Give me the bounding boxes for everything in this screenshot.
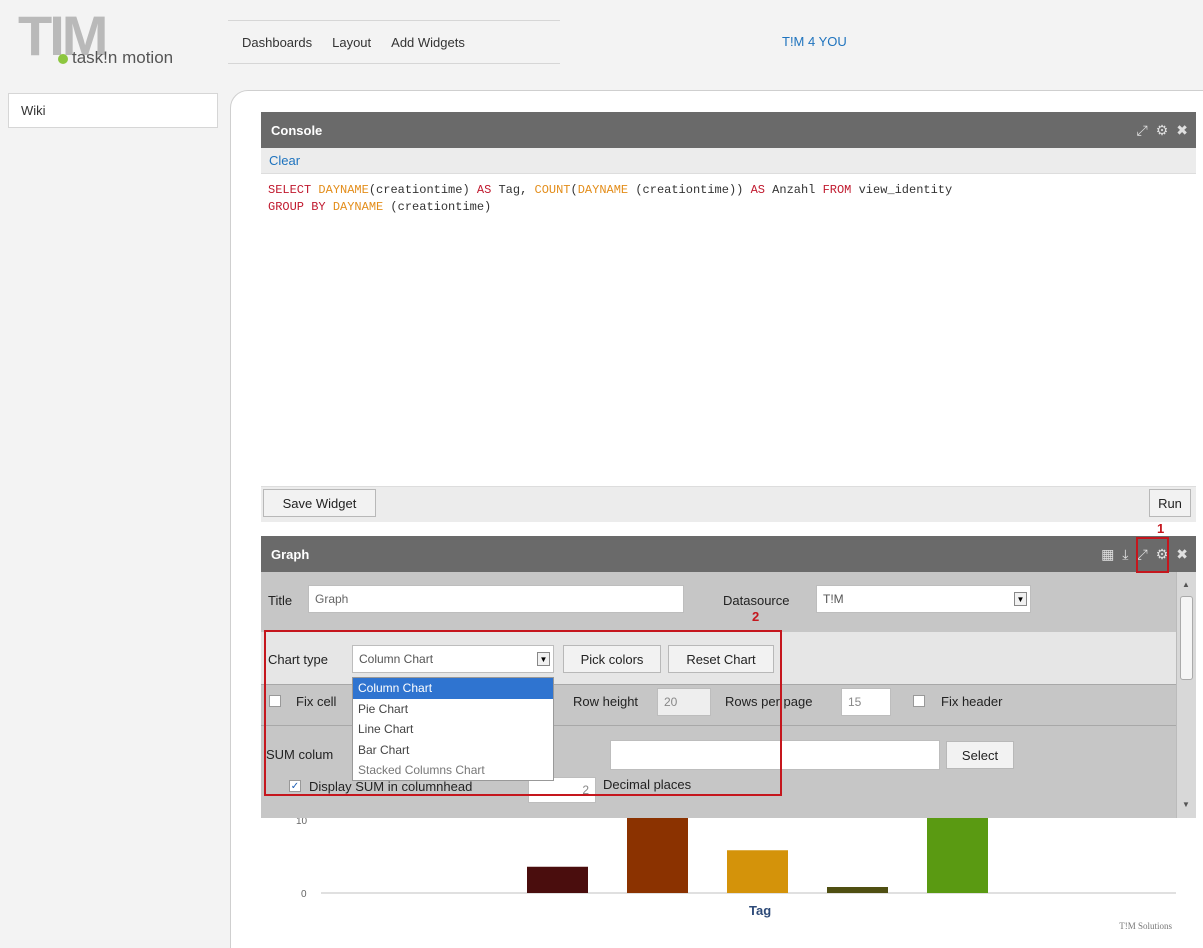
close-icon[interactable]: ✖ xyxy=(1176,122,1188,139)
sql-function: DAYNAME xyxy=(318,183,369,197)
gear-icon[interactable]: ⚙ xyxy=(1156,122,1169,139)
annotation-label-2: 2 xyxy=(752,609,760,624)
sql-text: ( xyxy=(570,183,578,197)
console-footer xyxy=(261,486,1196,522)
nav-dashboards[interactable]: Dashboards xyxy=(242,35,312,50)
app-root: TIM task!n motion Dashboards Layout Add … xyxy=(0,0,1203,948)
tim-logo[interactable]: TIM task!n motion xyxy=(18,8,188,70)
chart-bar[interactable] xyxy=(927,818,988,893)
sql-line-1: SELECT DAYNAME(creationtime) AS Tag, COU… xyxy=(268,182,1189,199)
chart-credit: T!M Solutions xyxy=(1119,921,1172,931)
scroll-up-icon[interactable]: ▲ xyxy=(1182,580,1190,589)
expand-icon[interactable]: ⤢ xyxy=(1137,122,1148,139)
datasource-label: Datasource xyxy=(723,593,790,608)
annotation-label-1: 1 xyxy=(1157,521,1165,536)
datasource-select[interactable]: T!M ▼ xyxy=(816,585,1031,613)
sql-keyword: AS xyxy=(476,183,492,197)
sql-keyword: FROM xyxy=(822,183,852,197)
chart-bar[interactable] xyxy=(727,850,788,893)
logo-dot-icon xyxy=(58,54,68,64)
sql-function: DAYNAME xyxy=(332,200,384,214)
settings-scrollbar[interactable]: ▲ ▼ xyxy=(1176,572,1196,818)
title-input[interactable]: Graph xyxy=(308,585,684,613)
sql-keyword: AS xyxy=(750,183,765,197)
chart-area: 0 10 Tag T!M Solutions xyxy=(261,816,1196,938)
scroll-down-icon[interactable]: ▼ xyxy=(1182,800,1190,809)
nav-layout[interactable]: Layout xyxy=(332,35,371,50)
fix-header-label: Fix header xyxy=(941,694,1003,709)
sidebar-item-wiki[interactable]: Wiki xyxy=(8,93,218,128)
sql-text: Tag, xyxy=(491,183,535,197)
tim-4-you-link[interactable]: T!M 4 YOU xyxy=(782,34,847,49)
table-icon[interactable]: ▦ xyxy=(1101,546,1114,563)
chart-bar[interactable] xyxy=(527,866,588,893)
title-label: Title xyxy=(268,593,293,608)
sql-keyword: SELECT xyxy=(268,183,312,197)
datasource-value: T!M xyxy=(823,592,844,606)
y-tick-label: 10 xyxy=(296,818,308,827)
y-tick-label: 0 xyxy=(301,889,307,900)
save-widget-button[interactable]: Save Widget xyxy=(263,489,376,517)
fix-header-checkbox[interactable] xyxy=(913,695,925,707)
top-navigation: Dashboards Layout Add Widgets xyxy=(228,20,560,64)
console-title: Console xyxy=(271,122,323,138)
graph-widget-header: Graph ▦ ⤓ ⤢ ⚙ ✖ xyxy=(261,536,1196,572)
sql-line-2: GROUP BY DAYNAME (creationtime) xyxy=(268,199,1189,216)
console-toolbar: Clear xyxy=(261,148,1196,174)
chevron-down-icon[interactable]: ▼ xyxy=(1014,592,1027,606)
sql-text: (creationtime) xyxy=(383,200,492,214)
nav-add-widgets[interactable]: Add Widgets xyxy=(391,35,465,50)
annotation-box-2 xyxy=(264,630,782,796)
sql-text: (creationtime) xyxy=(368,183,477,197)
sql-function: COUNT xyxy=(534,183,571,197)
sql-editor[interactable]: SELECT DAYNAME(creationtime) AS Tag, COU… xyxy=(261,174,1196,486)
close-icon[interactable]: ✖ xyxy=(1176,546,1188,563)
annotation-box-1 xyxy=(1136,537,1169,573)
console-widget-header: Console ⤢ ⚙ ✖ xyxy=(261,112,1196,148)
sql-text: view_identity xyxy=(851,183,953,197)
sql-text: Anzahl xyxy=(764,183,823,197)
scroll-thumb[interactable] xyxy=(1180,596,1193,680)
download-icon[interactable]: ⤓ xyxy=(1122,546,1128,563)
sql-text: (creationtime)) xyxy=(628,183,751,197)
rows-per-page-input[interactable]: 15 xyxy=(841,688,891,716)
clear-link[interactable]: Clear xyxy=(269,153,300,168)
chart-bar[interactable] xyxy=(627,818,688,893)
chart-bar[interactable] xyxy=(827,887,888,893)
graph-title: Graph xyxy=(271,546,310,562)
sql-function: DAYNAME xyxy=(577,183,629,197)
console-header-icons: ⤢ ⚙ ✖ xyxy=(1137,112,1189,148)
x-axis-label: Tag xyxy=(749,903,771,918)
sql-keyword: GROUP BY xyxy=(268,200,326,214)
select-button[interactable]: Select xyxy=(946,741,1014,769)
run-button[interactable]: Run xyxy=(1149,489,1191,517)
app-header: TIM task!n motion Dashboards Layout Add … xyxy=(0,0,1203,86)
column-chart: 0 10 Tag xyxy=(296,816,1176,918)
logo-subtitle: task!n motion xyxy=(72,48,174,67)
